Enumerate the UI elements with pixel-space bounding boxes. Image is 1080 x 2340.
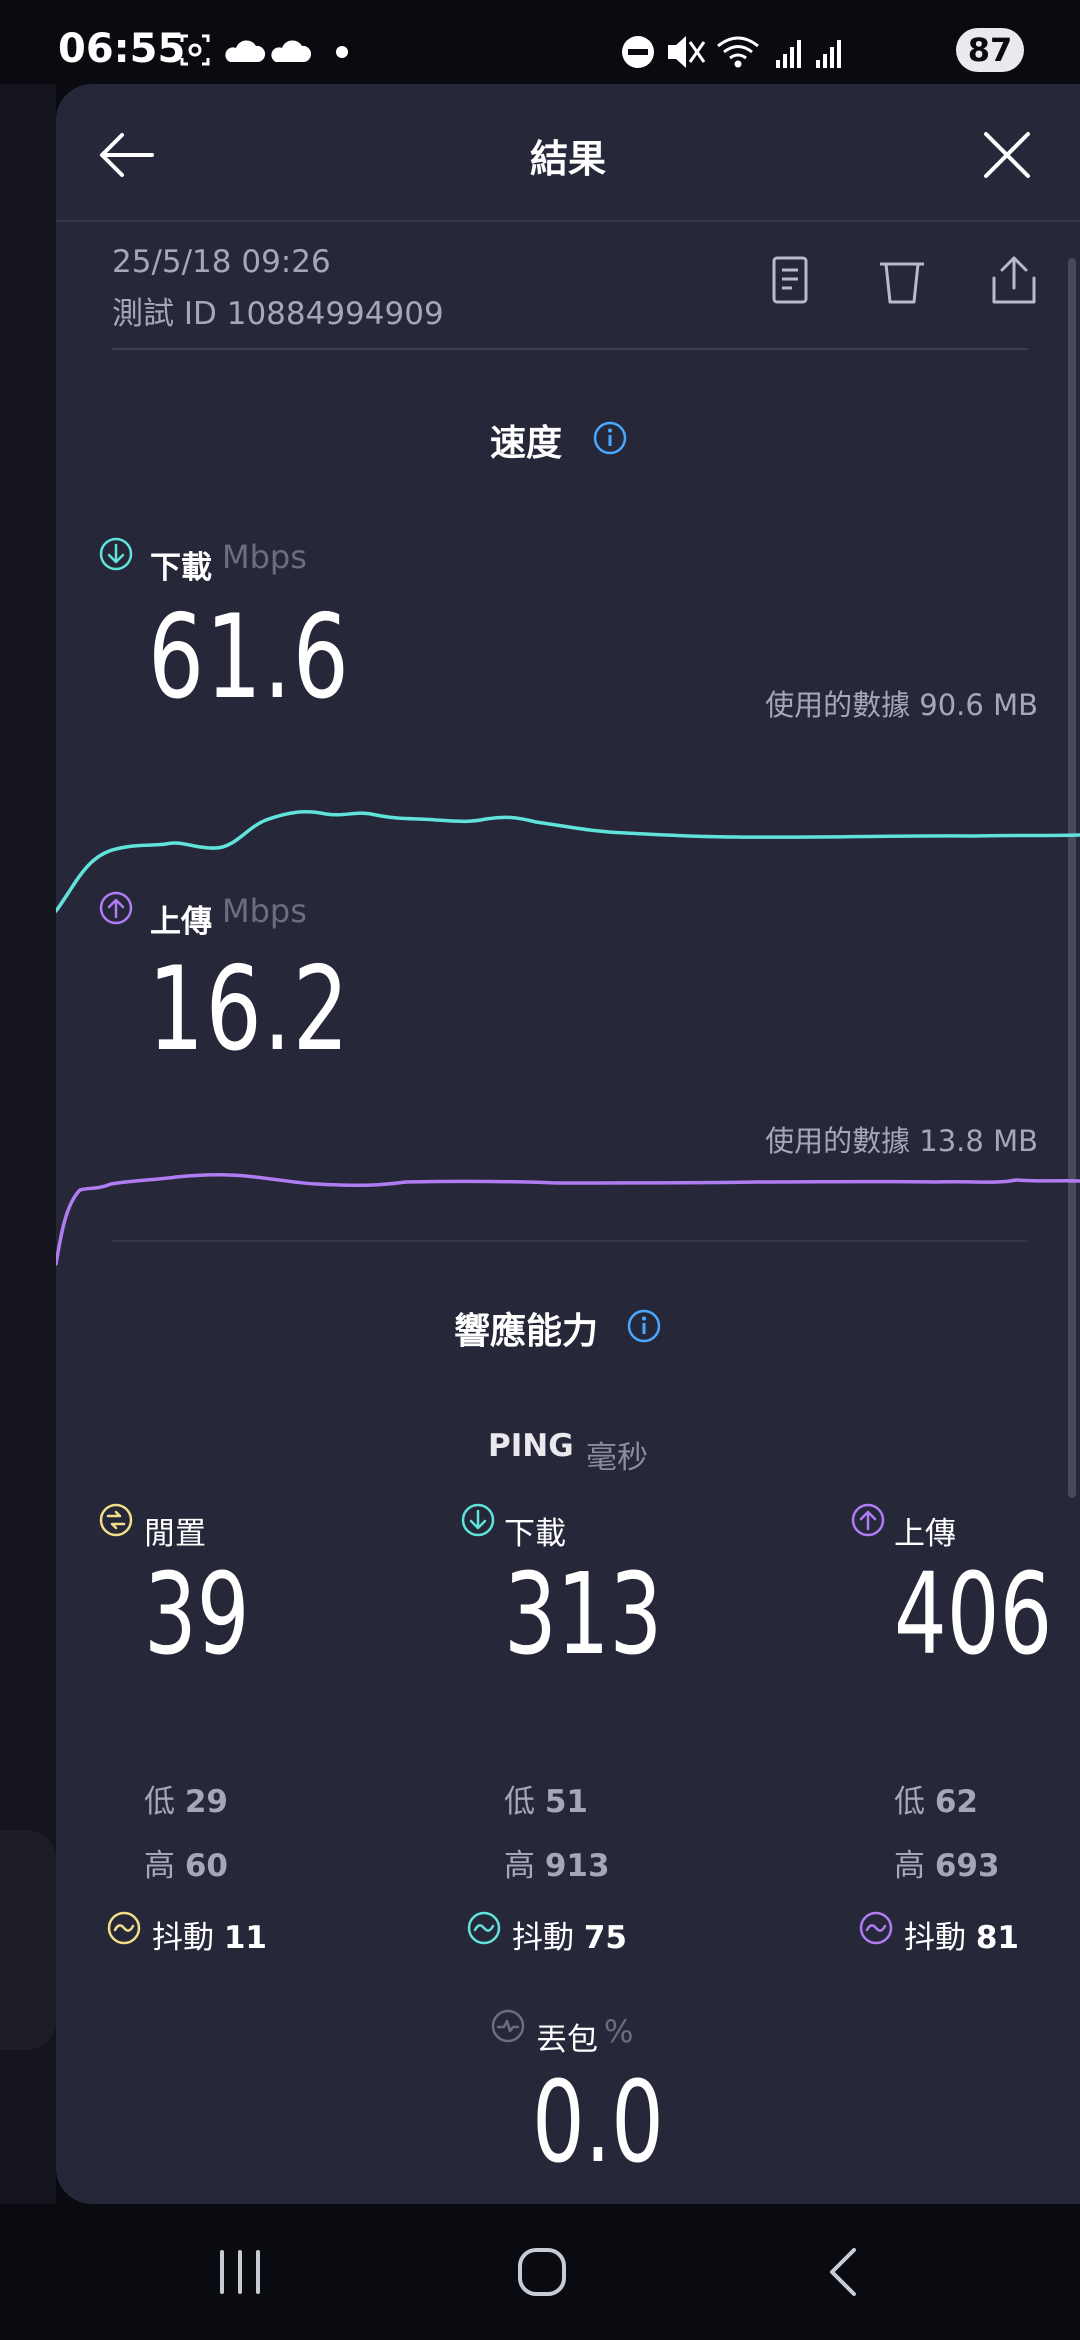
home-icon (518, 2248, 566, 2296)
download-data-used: 使用的數據 90.6 MB (765, 688, 1038, 722)
status-time: 06:55 (58, 26, 186, 72)
info-icon (593, 421, 627, 455)
upload-label: 上傳 (150, 904, 212, 940)
delete-button[interactable] (874, 252, 930, 308)
packet-loss-label: 丟包 (536, 2022, 598, 2058)
idle-ping-low: 低 29 (144, 1784, 228, 1820)
test-id: 測試 ID 10884994909 (112, 296, 444, 332)
upload-ping-icon (851, 1503, 885, 1537)
chevron-left-icon (830, 2248, 856, 2296)
ping-unit: 毫秒 (586, 1440, 648, 1476)
download-label: 下載 (150, 550, 212, 586)
upload-ping-high: 高 693 (894, 1848, 1000, 1884)
idle-ping-label: 閒置 (144, 1516, 206, 1552)
signal-icon (816, 40, 841, 68)
signal-icon (776, 40, 801, 68)
speed-section-title: 速度 (490, 423, 563, 464)
share-button[interactable] (986, 252, 1042, 308)
screenshot-icon (180, 34, 210, 66)
test-date: 25/5/18 09:26 (112, 244, 331, 280)
do-not-disturb-icon (622, 36, 654, 68)
background-card-edge (0, 1830, 56, 2050)
idle-jitter: 抖動 11 (152, 1920, 267, 1956)
download-ping-label: 下載 (504, 1516, 566, 1552)
download-ping-value: 313 (504, 1550, 663, 1680)
upload-unit: Mbps (222, 892, 307, 930)
wifi-icon (717, 36, 759, 68)
dot-icon (336, 46, 348, 58)
idle-ping-value: 39 (144, 1550, 250, 1680)
details-button[interactable] (762, 252, 818, 308)
download-arrow-icon (99, 537, 133, 571)
page-title: 結果 (529, 137, 606, 181)
upload-speed-value: 16.2 (148, 942, 351, 1077)
cloud-icon (271, 40, 312, 62)
speed-info-button[interactable] (592, 420, 628, 456)
divider (112, 1240, 1028, 1242)
jitter-icon (107, 1911, 141, 1945)
status-right-icons (622, 36, 841, 68)
header: 結果 (56, 84, 1080, 220)
upload-speed-graph (56, 1172, 1080, 1266)
jitter-icon (467, 1911, 501, 1945)
jitter-icon (859, 1911, 893, 1945)
share-icon (992, 256, 1036, 304)
result-panel: 結果 25/5/18 09:26 測試 ID 10884994909 速度 下載… (56, 84, 1080, 2204)
responsiveness-section-title: 響應能力 (454, 1311, 599, 1352)
recent-apps-icon (220, 2250, 260, 2294)
ping-title: PING (488, 1428, 574, 1464)
upload-ping-low: 低 62 (894, 1784, 978, 1820)
download-jitter: 抖動 75 (512, 1920, 627, 1956)
divider (112, 348, 1028, 350)
trash-icon (880, 262, 924, 304)
mute-icon (668, 36, 706, 68)
recent-apps-button[interactable] (208, 2240, 272, 2304)
header-divider (56, 220, 1080, 222)
download-unit: Mbps (222, 538, 307, 576)
idle-ping-icon (99, 1503, 133, 1537)
download-speed-value: 61.6 (148, 590, 351, 725)
navigation-bar (0, 2204, 1080, 2340)
packet-loss-unit: % (604, 2014, 634, 2050)
document-icon (772, 256, 808, 304)
packet-loss-value: 0.0 (532, 2058, 664, 2188)
download-ping-low: 低 51 (504, 1784, 588, 1820)
back-nav-button[interactable] (812, 2240, 876, 2304)
upload-graph-line (56, 1172, 1080, 1266)
download-ping-icon (461, 1503, 495, 1537)
cloud-icon (225, 40, 266, 62)
info-icon (627, 1309, 661, 1343)
upload-jitter: 抖動 81 (904, 1920, 1019, 1956)
packet-loss-icon (491, 2009, 525, 2043)
home-button[interactable] (510, 2240, 574, 2304)
battery-badge: 87 (956, 28, 1024, 72)
download-speed-graph (56, 810, 1080, 913)
download-ping-high: 高 913 (504, 1848, 610, 1884)
upload-ping-label: 上傳 (894, 1516, 956, 1552)
idle-ping-high: 高 60 (144, 1848, 228, 1884)
upload-ping-value: 406 (894, 1550, 1053, 1680)
upload-arrow-icon (99, 891, 133, 925)
close-button[interactable] (972, 120, 1042, 190)
close-icon (984, 132, 1030, 178)
status-left-icons (180, 34, 348, 66)
responsiveness-info-button[interactable] (626, 1308, 662, 1344)
